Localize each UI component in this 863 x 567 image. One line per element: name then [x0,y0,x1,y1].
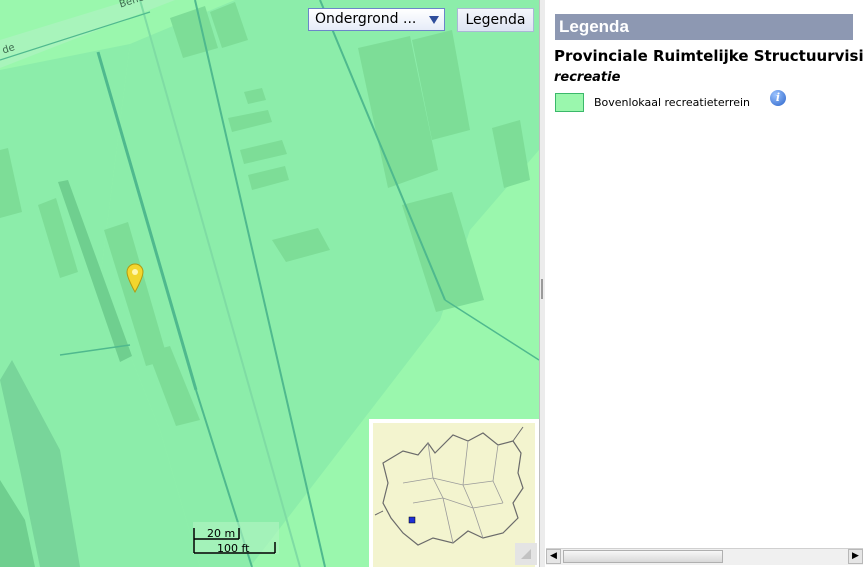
scroll-right-button[interactable]: ▶ [848,549,863,564]
legend-button[interactable]: Legenda [457,8,534,32]
legend-layer-subtitle: recreatie [554,70,621,85]
scroll-left-button[interactable]: ◀ [546,549,561,564]
collapse-arrow-icon [521,549,531,559]
horizontal-scrollbar[interactable]: ◀ ▶ [546,548,863,565]
legend-panel: Legenda Provinciale Ruimtelijke Structuu… [545,0,863,567]
basemap-select-label: Ondergrond ... [315,11,417,27]
basemap-select[interactable]: Ondergrond ... [308,8,445,31]
scalebar: 20 m 100 ft [193,522,279,555]
map-view[interactable]: Benede de Ondergrond ... Legenda 20 m 10… [0,0,539,567]
legend-panel-header: Legenda [555,14,853,40]
overview-toggle-button[interactable] [515,543,537,565]
legend-swatch [555,93,584,112]
legend-item-label: Bovenlokaal recreatieterrein [594,96,751,109]
legend-layer-title: Provinciale Ruimtelijke Structuurvisie 2… [554,47,863,65]
scroll-thumb[interactable] [563,550,723,563]
map-pin-icon[interactable] [126,263,144,293]
overview-province-outline [374,426,524,546]
splitter-grip-icon [541,279,543,299]
scalebar-imperial-label: 100 ft [217,542,250,555]
scalebar-metric-label: 20 m [207,527,236,540]
dropdown-arrow-icon [429,16,439,24]
info-icon[interactable]: i [770,90,786,106]
overview-map-canvas [373,423,535,567]
overview-map[interactable] [369,419,539,567]
